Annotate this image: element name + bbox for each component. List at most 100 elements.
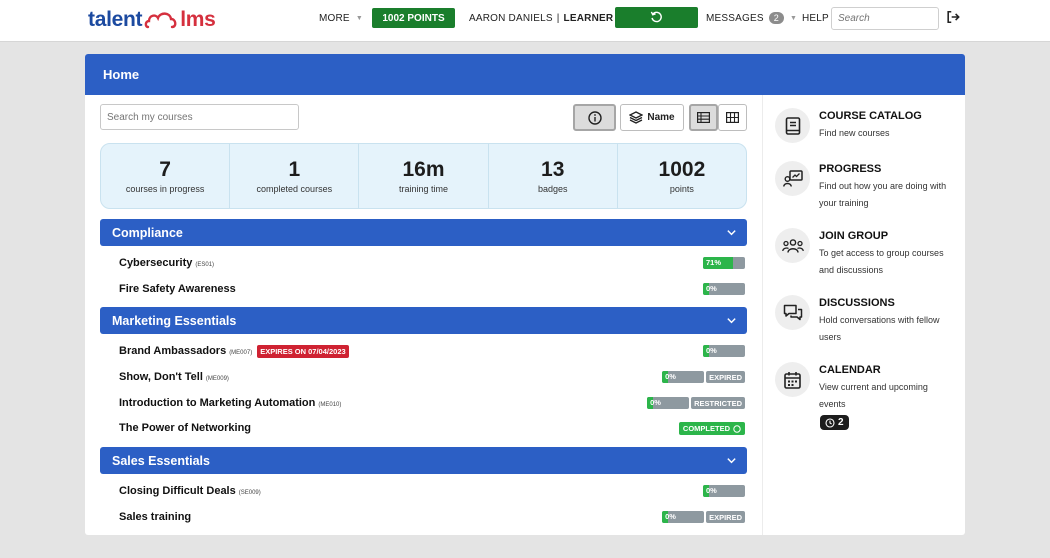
chevron-down-icon: ▼ [355,14,363,22]
shortcut-title: PROGRESS [819,163,882,175]
course-status: 0% EXPIRED [662,511,745,523]
course-status: 0% EXPIRED [662,371,745,383]
course-name: Introduction to Marketing Automation [119,397,316,409]
stat-value: 7 [159,157,171,181]
user-menu[interactable]: AARON DANIELS | LEARNER ▼ [469,0,630,36]
chevron-down-icon [727,458,736,464]
chevron-down-icon [727,230,736,236]
stat-value: 1002 [658,157,706,181]
shortcut-title: DISCUSSIONS [819,297,895,309]
cloud-logo-icon [144,12,177,29]
sort-by-name-button[interactable]: Name [620,104,684,131]
completed-badge: COMPLETED [678,422,745,435]
progress-bar: 0% [662,511,705,523]
course-status: 0% [703,283,745,295]
more-menu[interactable]: MORE ▼ [319,0,363,36]
group-icon [775,228,810,263]
top-navigation-bar: talent lms MORE ▼ 1002 POINTS AARON DANI… [0,0,1050,42]
chat-bubbles-icon [775,295,810,330]
course-name: Show, Don't Tell [119,371,203,383]
shortcut-title: CALENDAR [819,364,881,376]
progress-bar: 0% [703,485,745,497]
course-row[interactable]: The Power of Networking COMPLETED [119,419,745,437]
stat-completed-courses: 1 completed courses [230,144,360,208]
stat-training-time: 16m training time [359,144,489,208]
restricted-badge: RESTRICTED [691,397,745,409]
course-row[interactable]: Show, Don't Tell (ME009) 0% EXPIRED [119,368,745,386]
progress-bar: 0% [662,371,705,383]
course-name: Brand Ambassadors [119,345,227,357]
course-name: Cybersecurity [119,257,193,269]
shortcut-description: Find new courses [819,128,890,138]
points-button[interactable]: 1002 POINTS [372,8,455,28]
grid-view-button[interactable] [718,104,747,131]
stat-label: training time [398,183,449,194]
info-icon [587,110,602,125]
messages-menu[interactable]: MESSAGES 2 ▼ [706,0,797,36]
shortcut-description: Hold conversations with fellow users [819,315,940,342]
help-link[interactable]: HELP [802,0,829,36]
category-header-marketing-essentials[interactable]: Marketing Essentials [100,307,747,334]
progress-label: 0% [706,486,717,495]
layers-icon [629,111,644,124]
course-search-input[interactable] [100,104,299,130]
stat-badges: 13 badges [489,144,618,208]
progress-label: 0% [665,372,676,381]
course-name: Sales training [119,511,192,523]
page-title: Home [85,54,965,95]
stat-points: 1002 points [618,144,746,208]
user-name: AARON DANIELS [469,12,553,24]
chevron-down-icon: ▼ [789,14,798,22]
shortcut-description: To get access to group courses and discu… [819,248,944,275]
course-name: Fire Safety Awareness [119,283,236,295]
course-row[interactable]: Cybersecurity (ES01) 71% [119,254,745,272]
shortcut-description: Find out how you are doing with your tra… [819,181,947,208]
progress-label: 0% [706,284,717,293]
category-header-compliance[interactable]: Compliance [100,219,747,246]
course-row[interactable]: Introduction to Marketing Automation (ME… [119,394,745,412]
category-name: Sales Essentials [112,453,210,468]
course-status: COMPLETED [678,422,745,435]
course-row[interactable]: Closing Difficult Deals (SE009) 0% [119,482,745,500]
calendar-events-count: 2 [838,417,844,428]
messages-count-badge: 2 [768,12,784,24]
expired-badge: EXPIRED [706,511,745,523]
progress-label: 0% [665,512,676,521]
list-view-icon [697,112,710,123]
logo-text-talent: talent [88,8,143,31]
talentlms-logo[interactable]: talent lms [88,6,216,34]
global-search-input[interactable] [831,7,939,30]
course-code: (ES01) [195,261,215,268]
check-circle-icon [733,424,741,433]
completed-label: COMPLETED [682,424,730,433]
stat-courses-in-progress: 7 courses in progress [101,144,231,208]
course-row[interactable]: Sales training 0% EXPIRED [119,508,745,526]
course-status: 0% [703,485,745,497]
user-role: LEARNER [563,12,614,24]
course-name: The Power of Networking [119,422,252,434]
progress-bar: 0% [703,283,745,295]
course-code: (ME009) [205,375,229,382]
course-row[interactable]: Brand Ambassadors (ME007) EXPIRES ON 07/… [119,342,745,360]
stat-label: badges [537,183,568,194]
messages-label: MESSAGES [706,12,764,24]
role-switch-button[interactable] [615,7,698,28]
calendar-events-badge[interactable]: 2 [820,415,849,430]
expired-badge: EXPIRED [706,371,745,383]
stat-label: courses in progress [125,183,205,194]
expires-badge: EXPIRES ON 07/04/2023 [257,344,349,358]
course-row[interactable]: Fire Safety Awareness 0% [119,280,745,298]
sort-label: Name [647,112,675,123]
stat-value: 1 [288,157,301,181]
progress-bar: 0% [647,397,690,409]
list-view-button[interactable] [689,104,718,131]
stat-label: completed courses [256,183,333,194]
calendar-icon [775,362,810,397]
course-status: 0% RESTRICTED [647,397,745,409]
logo-text-lms: lms [180,8,216,31]
info-toggle-button[interactable] [573,104,616,131]
refresh-icon [650,11,662,23]
logout-icon[interactable] [946,10,960,24]
course-status: 71% [703,257,745,269]
category-header-sales-essentials[interactable]: Sales Essentials [100,447,747,474]
